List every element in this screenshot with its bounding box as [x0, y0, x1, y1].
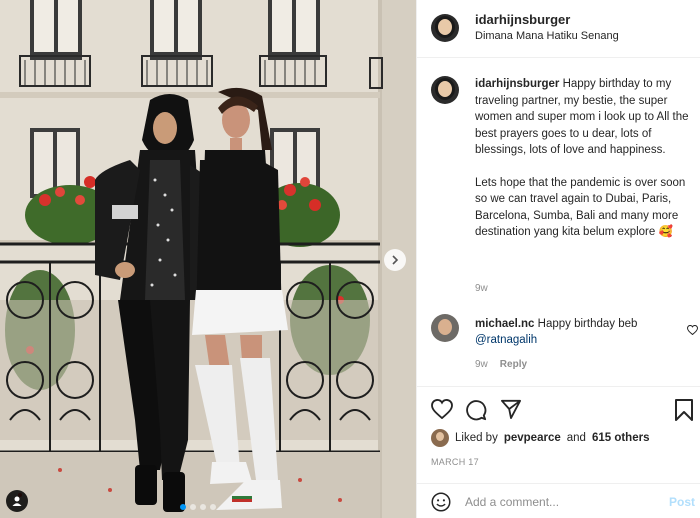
author-avatar[interactable]: [431, 14, 459, 42]
save-button[interactable]: [675, 399, 693, 426]
post-details-panel: idarhijnsburger Dimana Mana Hatiku Senan…: [416, 0, 700, 518]
commenter-username[interactable]: michael.nc: [475, 318, 534, 330]
carousel-dot: [190, 504, 196, 510]
likes-summary: Liked by pevpearce and 615 others: [431, 429, 649, 447]
post-location[interactable]: Dimana Mana Hatiku Senang: [475, 30, 619, 42]
likes-connector: and: [566, 432, 586, 444]
caption-avatar[interactable]: [431, 76, 459, 104]
caption-body-2: Lets hope that the pandemic is over soon…: [475, 176, 686, 239]
chevron-right-icon: [392, 255, 399, 265]
smiley-icon: [431, 492, 451, 512]
post-comment-button[interactable]: Post: [669, 495, 695, 509]
emoji-button[interactable]: [431, 492, 451, 517]
carousel-dot: [200, 504, 206, 510]
likes-prefix: Liked by: [455, 432, 498, 444]
tagged-users-button[interactable]: [6, 490, 28, 512]
post-photo[interactable]: [0, 0, 416, 518]
comment-body: Happy birthday beb: [537, 318, 638, 330]
photo-illustration: [0, 0, 416, 518]
carousel-dot: [180, 504, 186, 510]
liker-username[interactable]: pevpearce: [504, 432, 561, 444]
likes-others[interactable]: 615 others: [592, 432, 650, 444]
caption-timestamp[interactable]: 9w: [475, 283, 488, 294]
post-header: idarhijnsburger Dimana Mana Hatiku Senan…: [417, 0, 700, 58]
add-comment-bar: Post: [417, 483, 700, 518]
bookmark-icon: [675, 399, 693, 421]
post-actions: Liked by pevpearce and 615 others MARCH …: [417, 386, 700, 518]
comment-timestamp[interactable]: 9w: [475, 359, 488, 370]
reply-button[interactable]: Reply: [500, 359, 527, 370]
comment-input[interactable]: [465, 492, 655, 512]
liker-avatar[interactable]: [431, 429, 449, 447]
comment-icon: [466, 400, 487, 421]
commenter-avatar[interactable]: [431, 314, 459, 342]
comment-mention[interactable]: @ratnagalih: [475, 334, 537, 346]
post-date[interactable]: MARCH 17: [431, 457, 479, 467]
like-button[interactable]: [431, 398, 453, 424]
heart-icon: [431, 398, 453, 420]
next-photo-button[interactable]: [384, 249, 406, 271]
like-comment-button[interactable]: [686, 322, 699, 340]
share-icon: [500, 399, 521, 419]
comment-button[interactable]: [465, 399, 487, 426]
carousel-indicator: [180, 504, 216, 510]
share-button[interactable]: [500, 399, 522, 424]
user-tag-icon: [12, 496, 22, 506]
author-username[interactable]: idarhijnsburger: [475, 12, 570, 27]
comment-text: michael.nc Happy birthday beb @ratnagali…: [475, 316, 675, 348]
comment-meta: 9w Reply: [475, 359, 527, 370]
caption-username[interactable]: idarhijnsburger: [475, 78, 559, 90]
carousel-dot: [210, 504, 216, 510]
heart-icon: [686, 324, 699, 336]
caption-text: idarhijnsburger Happy birthday to my tra…: [475, 76, 699, 241]
